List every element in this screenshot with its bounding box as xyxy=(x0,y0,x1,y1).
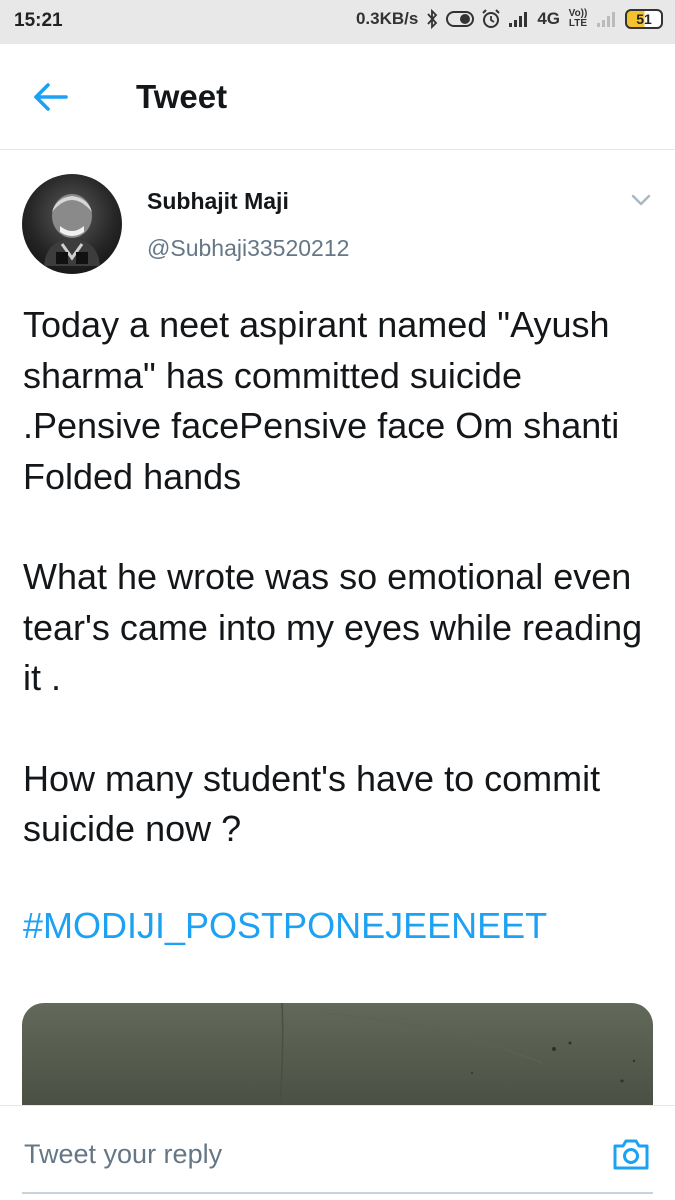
signal-weak-icon xyxy=(596,10,618,28)
status-time: 15:21 xyxy=(14,10,63,31)
reply-bar xyxy=(0,1105,675,1200)
back-button[interactable] xyxy=(30,80,70,114)
reply-underline xyxy=(22,1192,653,1194)
alarm-icon xyxy=(481,9,501,29)
volte-label: Vo)) LTE xyxy=(568,8,588,29)
tweet-paragraph: How many student's have to commit suicid… xyxy=(23,757,601,850)
network-type: 4G xyxy=(537,9,560,28)
tweet-text: Today a neet aspirant named "Ayush sharm… xyxy=(23,300,659,951)
tweet-paragraph: Today a neet aspirant named "Ayush sharm… xyxy=(23,304,620,497)
tweet-menu-button[interactable] xyxy=(629,192,653,208)
app-bar: Tweet xyxy=(0,44,675,150)
author-handle[interactable]: @Subhaji33520212 xyxy=(147,235,349,262)
tweet-header: Subhajit Maji @Subhaji33520212 xyxy=(0,150,675,280)
reply-input[interactable] xyxy=(14,1124,594,1184)
tweet-paragraph: What he wrote was so emotional even tear… xyxy=(23,556,643,698)
toggle-icon xyxy=(446,10,475,28)
battery-icon: 51 xyxy=(625,9,663,29)
page-title: Tweet xyxy=(136,78,228,115)
tweet-media-image[interactable] xyxy=(22,1003,653,1105)
network-speed: 0.3KB/s xyxy=(355,9,419,28)
media-photo xyxy=(279,1003,636,1105)
status-indicators: 0.3KB/s 4G Vo)) LTE 51 xyxy=(356,9,663,29)
camera-icon xyxy=(613,1139,649,1170)
hashtag-link[interactable]: #MODIJI_POSTPONEJEENEET xyxy=(23,901,547,951)
chevron-down-icon xyxy=(631,194,651,206)
author-name[interactable]: Subhajit Maji xyxy=(147,188,289,215)
avatar[interactable] xyxy=(22,174,122,274)
avatar-image xyxy=(44,194,100,266)
status-bar: 15:21 0.3KB/s 4G Vo)) LTE 51 xyxy=(0,0,675,44)
camera-button[interactable] xyxy=(611,1136,651,1172)
signal-icon xyxy=(508,10,530,28)
arrow-left-icon xyxy=(34,83,68,111)
bluetooth-icon xyxy=(425,9,439,29)
